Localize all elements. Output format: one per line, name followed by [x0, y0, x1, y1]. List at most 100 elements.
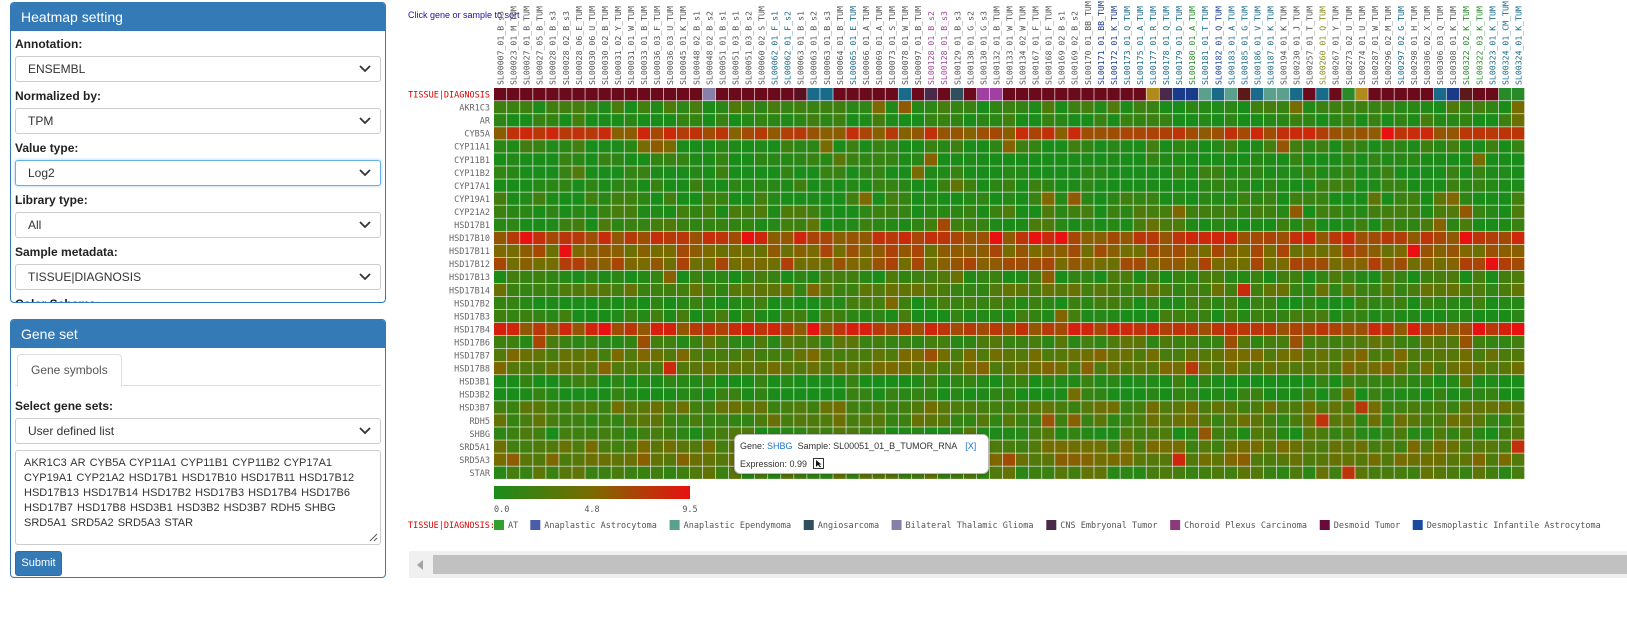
- heatmap-cell[interactable]: [1277, 127, 1290, 140]
- heatmap-cell[interactable]: [846, 270, 859, 284]
- sample-label[interactable]: SL00181_01_T_TUM: [1200, 6, 1210, 85]
- heatmap-cell[interactable]: [1107, 401, 1120, 414]
- heatmap-cell[interactable]: [755, 179, 768, 192]
- heatmap-cell[interactable]: [1146, 335, 1159, 349]
- sample-label[interactable]: SL00172_01_K_TUM: [1109, 6, 1119, 85]
- heatmap-cell[interactable]: [1368, 140, 1381, 153]
- heatmap-cell[interactable]: [728, 414, 742, 427]
- metadata-cell[interactable]: [794, 88, 807, 101]
- heatmap-cell[interactable]: [1420, 322, 1433, 336]
- heatmap-cell[interactable]: [1016, 244, 1029, 258]
- heatmap-cell[interactable]: [1094, 270, 1107, 284]
- heatmap-cell[interactable]: [1290, 127, 1303, 140]
- heatmap-cell[interactable]: [924, 114, 938, 127]
- heatmap-cell[interactable]: [1042, 309, 1055, 323]
- heatmap-cell[interactable]: [585, 270, 598, 284]
- heatmap-cell[interactable]: [1250, 388, 1264, 401]
- heatmap-cell[interactable]: [976, 166, 990, 179]
- heatmap-cell[interactable]: [885, 192, 898, 205]
- heatmap-cell[interactable]: [585, 244, 598, 258]
- heatmap-cell[interactable]: [611, 140, 624, 153]
- heatmap-cell[interactable]: [572, 440, 585, 453]
- heatmap-cell[interactable]: [650, 375, 664, 388]
- heatmap-cell[interactable]: [663, 427, 677, 440]
- heatmap-cell[interactable]: [1511, 205, 1525, 218]
- heatmap-cell[interactable]: [1342, 257, 1355, 271]
- heatmap-cell[interactable]: [1211, 283, 1225, 297]
- heatmap-cell[interactable]: [963, 375, 977, 388]
- heatmap-cell[interactable]: [1368, 231, 1381, 244]
- gene-row-label[interactable]: RDH5: [470, 417, 490, 427]
- heatmap-cell[interactable]: [1316, 166, 1329, 179]
- heatmap-cell[interactable]: [1185, 244, 1199, 258]
- heatmap-cell[interactable]: [768, 101, 781, 114]
- heatmap-cell[interactable]: [1433, 101, 1447, 114]
- heatmap-cell[interactable]: [572, 335, 585, 349]
- heatmap-cell[interactable]: [650, 231, 664, 244]
- sample-label[interactable]: SL00030_02_B_TUM: [600, 6, 610, 85]
- heatmap-cell[interactable]: [1094, 322, 1107, 336]
- heatmap-cell[interactable]: [1368, 414, 1381, 427]
- sample-label[interactable]: SL00173_01_Q_TUM: [1122, 6, 1132, 85]
- heatmap-cell[interactable]: [1342, 101, 1355, 114]
- heatmap-cell[interactable]: [1459, 440, 1473, 453]
- heatmap-cell[interactable]: [885, 283, 898, 297]
- heatmap-cell[interactable]: [937, 101, 951, 114]
- heatmap-cell[interactable]: [624, 375, 637, 388]
- heatmap-cell[interactable]: [1198, 427, 1212, 440]
- heatmap-cell[interactable]: [807, 375, 820, 388]
- heatmap-cell[interactable]: [1459, 322, 1473, 336]
- heatmap-cell[interactable]: [1485, 466, 1499, 479]
- heatmap-cell[interactable]: [1250, 244, 1264, 258]
- heatmap-cell[interactable]: [1250, 101, 1264, 114]
- heatmap-cell[interactable]: [1485, 140, 1499, 153]
- heatmap-cell[interactable]: [676, 362, 690, 375]
- sample-label[interactable]: SL00306_02_X_TUM: [1422, 6, 1432, 85]
- heatmap-cell[interactable]: [650, 414, 664, 427]
- heatmap-cell[interactable]: [1146, 296, 1159, 310]
- heatmap-cell[interactable]: [546, 375, 559, 388]
- heatmap-cell[interactable]: [1185, 453, 1199, 466]
- sample-label[interactable]: SL00322_03_K_TUM: [1474, 6, 1484, 85]
- heatmap-cell[interactable]: [1381, 192, 1394, 205]
- heatmap-cell[interactable]: [572, 466, 585, 479]
- heatmap-cell[interactable]: [598, 244, 611, 258]
- heatmap-cell[interactable]: [1485, 192, 1499, 205]
- heatmap-cell[interactable]: [507, 283, 520, 297]
- heatmap-cell[interactable]: [859, 283, 872, 297]
- heatmap-cell[interactable]: [507, 140, 520, 153]
- heatmap-cell[interactable]: [1342, 140, 1355, 153]
- heatmap-cell[interactable]: [1159, 362, 1172, 375]
- heatmap-cell[interactable]: [1250, 453, 1264, 466]
- gene-row-label[interactable]: HSD17B10: [449, 234, 490, 244]
- heatmap-cell[interactable]: [1433, 414, 1447, 427]
- heatmap-cell[interactable]: [507, 127, 520, 140]
- heatmap-cell[interactable]: [963, 114, 977, 127]
- heatmap-cell[interactable]: [520, 401, 533, 414]
- heatmap-cell[interactable]: [1211, 388, 1225, 401]
- heatmap-cell[interactable]: [1250, 349, 1264, 362]
- heatmap-cell[interactable]: [559, 427, 572, 440]
- metadata-cell[interactable]: [937, 88, 951, 101]
- heatmap-cell[interactable]: [1172, 453, 1186, 466]
- heatmap-cell[interactable]: [1120, 166, 1133, 179]
- heatmap-cell[interactable]: [611, 362, 624, 375]
- heatmap-cell[interactable]: [898, 140, 911, 153]
- heatmap-cell[interactable]: [924, 192, 938, 205]
- heatmap-cell[interactable]: [1433, 375, 1447, 388]
- heatmap-cell[interactable]: [1094, 283, 1107, 297]
- heatmap-cell[interactable]: [1381, 270, 1394, 284]
- sample-label[interactable]: SL00064_01_B_TUM: [835, 6, 845, 85]
- metadata-cell[interactable]: [885, 88, 898, 101]
- heatmap-cell[interactable]: [1420, 153, 1433, 166]
- heatmap-cell[interactable]: [1081, 414, 1094, 427]
- heatmap-cell[interactable]: [598, 388, 611, 401]
- heatmap-cell[interactable]: [1420, 231, 1433, 244]
- heatmap-cell[interactable]: [768, 244, 781, 258]
- heatmap-cell[interactable]: [820, 414, 833, 427]
- heatmap-cell[interactable]: [624, 231, 637, 244]
- heatmap-cell[interactable]: [1211, 362, 1225, 375]
- heatmap-cell[interactable]: [1237, 388, 1251, 401]
- heatmap-cell[interactable]: [755, 140, 768, 153]
- heatmap-cell[interactable]: [663, 153, 677, 166]
